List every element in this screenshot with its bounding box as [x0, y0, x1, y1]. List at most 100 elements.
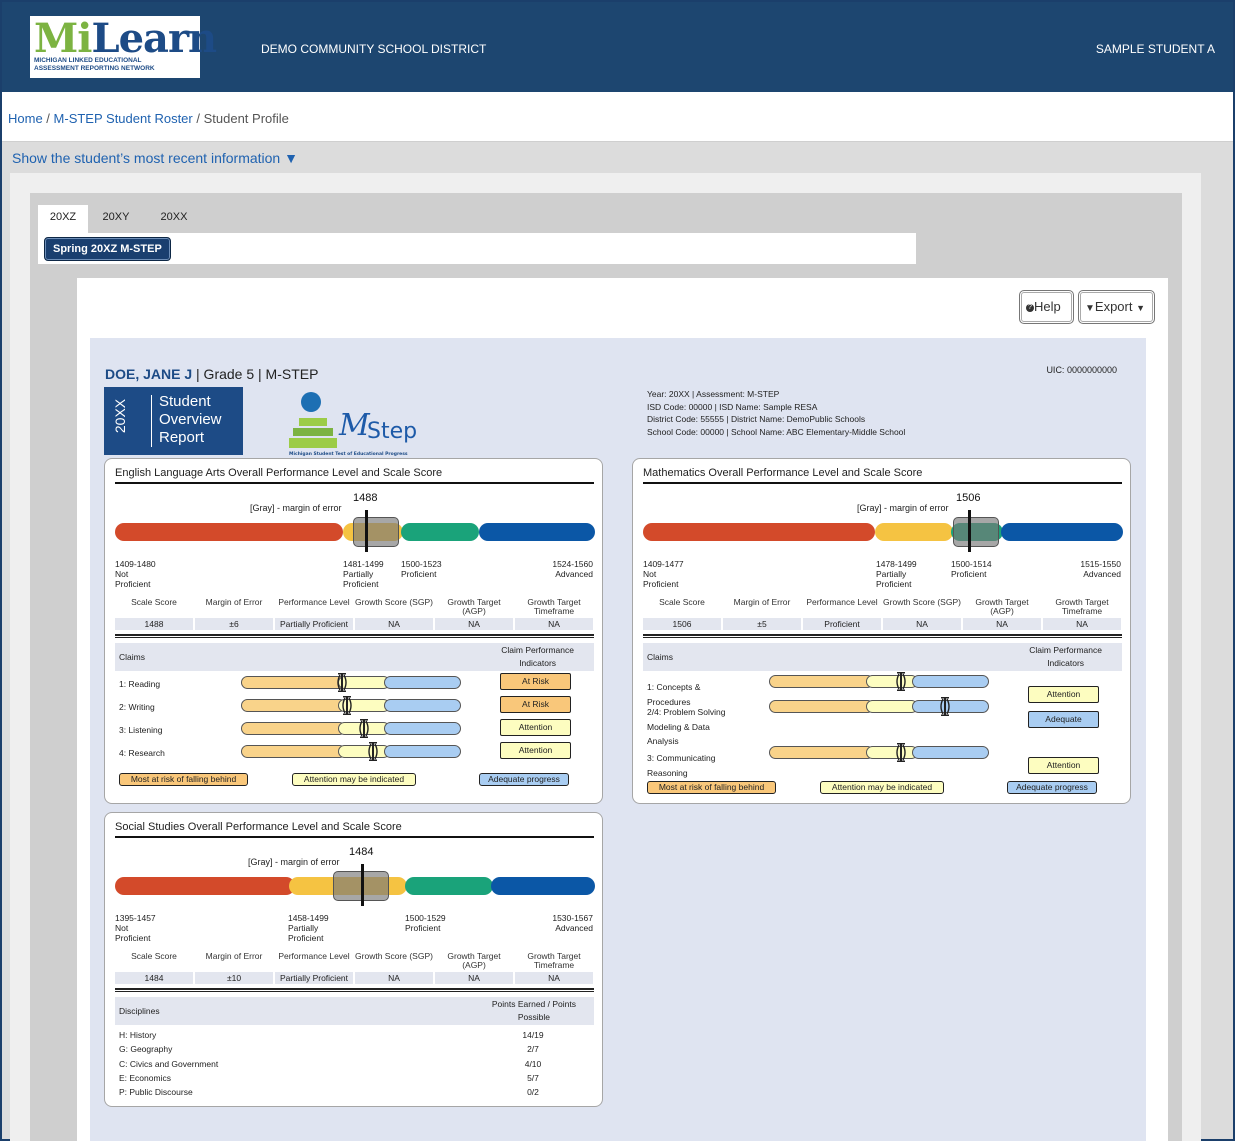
math-claim-bar-low: [769, 746, 874, 759]
tab-20xz[interactable]: 20XZ: [38, 205, 88, 233]
ss-discipline-name: H: History: [119, 1030, 157, 1040]
ela-score-value: NA: [435, 618, 513, 630]
math-legend-adequate: Adequate progress: [1007, 781, 1097, 794]
tab-body: Spring 20XZ M-STEP: [38, 233, 916, 264]
logo-subtitle: MICHIGAN LINKED EDUCATIONAL ASSESSMENT R…: [34, 57, 155, 73]
ela-claim-bar-mid: [338, 745, 390, 758]
math-claims-header: Claims Claim Performance Indicators: [643, 643, 1122, 671]
meta-district: District Code: 55555 | District Name: De…: [647, 414, 866, 424]
ela-range-value: 1409-1480: [115, 559, 156, 569]
ss-title-rule: [115, 836, 594, 838]
math-card: Mathematics Overall Performance Level an…: [632, 458, 1131, 804]
breadcrumb-roster[interactable]: M-STEP Student Roster: [54, 111, 193, 126]
math-range-value: 1500-1514: [951, 559, 992, 569]
ela-claim-marker: [368, 742, 378, 761]
math-claim-label: Modeling & Data: [647, 721, 710, 732]
milearn-logo[interactable]: MiLearn MICHIGAN LINKED EDUCATIONAL ASSE…: [30, 16, 217, 78]
ss-range-value: 1395-1457: [115, 913, 156, 923]
math-claim-bar-mid: [866, 700, 918, 713]
math-claim-bar-mid: [866, 746, 918, 759]
ela-range-value: 1481-1499: [343, 559, 384, 569]
math-range-value: 1409-1477: [643, 559, 684, 569]
breadcrumb-home[interactable]: Home: [8, 111, 43, 126]
ela-score-marker: [365, 510, 368, 552]
meta-school: School Code: 00000 | School Name: ABC El…: [647, 426, 906, 437]
export-button[interactable]: ▼Export ▼: [1078, 290, 1155, 324]
ss-range-advanced: 1530-1567 Advanced: [545, 913, 593, 933]
ela-score-value: 1488: [115, 618, 193, 630]
ela-score-header: Growth Target Timeframe: [527, 597, 581, 616]
math-indicator-attention: Attention: [1028, 757, 1099, 774]
ela-score-header: Growth Target (AGP): [447, 597, 501, 616]
math-score-header: Growth Score (SGP): [883, 597, 961, 607]
ss-score-header: Performance Level: [278, 951, 350, 961]
math-score-value: NA: [963, 618, 1041, 630]
ss-points-label-2: Possible: [517, 1012, 551, 1022]
math-moe-label: [Gray] - margin of error: [857, 503, 949, 513]
ela-range-proficient: 1500-1523 Proficient: [401, 559, 445, 579]
ss-discipline-points: 4/10: [524, 1058, 542, 1069]
ss-score-header: Margin of Error: [205, 951, 263, 961]
math-range-level: Partially Proficient: [876, 569, 912, 589]
tab-20xy[interactable]: 20XY: [94, 205, 138, 233]
math-range-level: Not Proficient: [643, 569, 679, 589]
math-claim-bar-low: [769, 700, 874, 713]
ss-range-proficient: 1500-1529 Proficient: [405, 913, 449, 933]
ela-claim-marker: [359, 719, 369, 738]
grade-line: | Grade 5 | M-STEP: [192, 366, 319, 382]
ss-score-header: Scale Score: [131, 951, 177, 961]
ela-score-label: 1488: [353, 492, 378, 504]
math-score-header: Performance Level: [806, 597, 878, 607]
ela-claim-name: 3: Listening: [119, 720, 239, 738]
ss-range-level: Advanced: [555, 923, 593, 933]
ss-bar-not-proficient: [115, 877, 295, 895]
breadcrumb-bar: Home / M-STEP Student Roster / Student P…: [2, 92, 1233, 142]
ela-claims-label: Claims: [119, 652, 145, 662]
ss-score-value: 1484: [115, 972, 193, 984]
ss-score-header: Growth Target Timeframe: [527, 951, 581, 970]
spring-mstep-button[interactable]: Spring 20XZ M-STEP: [44, 237, 171, 261]
student-name: DOE, JANE J: [105, 366, 193, 382]
ela-claim-label: 4: Research: [119, 748, 165, 758]
help-label: Help: [1034, 299, 1061, 314]
ela-indicator-attention: Attention: [500, 719, 571, 736]
help-button[interactable]: ? Help: [1019, 290, 1074, 324]
math-title-rule: [643, 482, 1122, 484]
ss-bar-proficient: [405, 877, 493, 895]
recent-info-toggle[interactable]: Show the student’s most recent informati…: [12, 150, 298, 166]
math-indicator-attention: Attention: [1028, 686, 1099, 703]
ela-indicator-risk: At Risk: [500, 696, 571, 713]
math-claim-bar-high: [912, 675, 989, 688]
math-score-value: Proficient: [803, 618, 881, 630]
math-indicator-adequate: Adequate: [1028, 711, 1099, 728]
tab-20xx[interactable]: 20XX: [152, 205, 196, 233]
ela-bar-proficient: [401, 523, 479, 541]
ss-range-not-proficient: 1395-1457 Not Proficient: [115, 913, 159, 943]
ela-score-value: NA: [355, 618, 433, 630]
math-bar-advanced: [1001, 523, 1123, 541]
ela-claim-label: 3: Listening: [119, 725, 163, 735]
ela-claim-bar-low: [241, 676, 346, 689]
math-double-rule: [643, 634, 1122, 638]
logo-sub-line-1: MICHIGAN LINKED EDUCATIONAL: [34, 57, 142, 64]
math-legend-risk: Most at risk of falling behind: [647, 781, 776, 794]
math-claim-marker: [896, 743, 906, 762]
math-claim-name: 3: Communicating Reasoning: [647, 751, 767, 780]
math-indicators-label: Claim Performance Indicators: [1029, 644, 1102, 670]
ss-range-level: Not Proficient: [115, 923, 151, 943]
top-header: MiLearn MICHIGAN LINKED EDUCATIONAL ASSE…: [2, 2, 1233, 92]
student-heading: DOE, JANE J | Grade 5 | M-STEP: [105, 366, 318, 382]
logo-wordmark: MiLearn: [34, 15, 217, 62]
ss-moe-label: [Gray] - margin of error: [248, 857, 340, 867]
ss-score-header: Growth Score (SGP): [355, 951, 433, 961]
mstep-tagline: Michigan Student Test of Educational Pro…: [289, 451, 408, 457]
math-legend-attention: Attention may be indicated: [820, 781, 944, 794]
ela-margin-of-error: [353, 517, 399, 547]
math-claim-label: 2/4: Problem Solving: [647, 707, 726, 717]
export-label: Export: [1094, 299, 1133, 314]
report-metadata: Year: 20XX | Assessment: M-STEP ISD Code…: [647, 388, 905, 438]
ss-score-value: NA: [435, 972, 513, 984]
math-score-header: Growth Target Timeframe: [1055, 597, 1109, 616]
year-tabs: 20XZ 20XY 20XX: [38, 205, 538, 233]
ela-claim-name: 4: Research: [119, 743, 239, 761]
